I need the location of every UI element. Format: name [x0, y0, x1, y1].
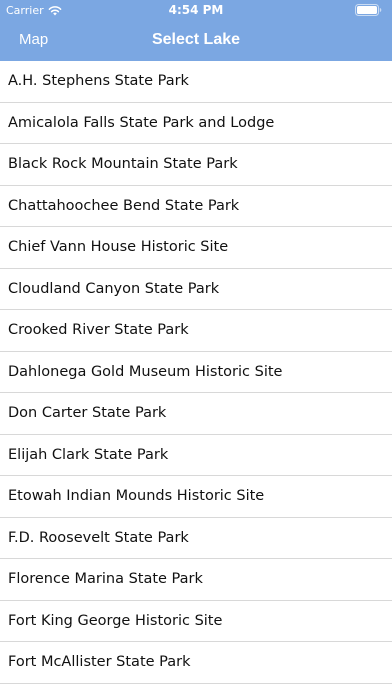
status-bar: Carrier 4:54 PM: [0, 0, 392, 21]
list-item[interactable]: Fort King George Historic Site: [0, 601, 392, 642]
battery-icon: [355, 4, 382, 16]
navigation-bar: Map Select Lake: [0, 21, 392, 61]
header: Carrier 4:54 PM Map Select Lake: [0, 0, 392, 61]
list-item[interactable]: Cloudland Canyon State Park: [0, 269, 392, 310]
list-item[interactable]: F.D. Roosevelt State Park: [0, 518, 392, 559]
list-item[interactable]: Florence Marina State Park: [0, 559, 392, 601]
list-item[interactable]: Crooked River State Park: [0, 310, 392, 352]
list-item[interactable]: Chief Vann House Historic Site: [0, 227, 392, 269]
list-item[interactable]: Etowah Indian Mounds Historic Site: [0, 476, 392, 518]
list-item[interactable]: A.H. Stephens State Park: [0, 61, 392, 103]
list-item[interactable]: Fort McAllister State Park: [0, 642, 392, 684]
list-item[interactable]: Elijah Clark State Park: [0, 435, 392, 476]
app-screen: Carrier 4:54 PM Map Select Lake A.H. Ste…: [0, 0, 392, 696]
lake-list: A.H. Stephens State Park Amicalola Falls …: [0, 61, 392, 696]
list-item[interactable]: Black Rock Mountain State Park: [0, 144, 392, 186]
list-item[interactable]: Amicalola Falls State Park and Lodge: [0, 103, 392, 144]
status-time: 4:54 PM: [168, 3, 224, 17]
list-item[interactable]: Dahlonega Gold Museum Historic Site: [0, 352, 392, 393]
list-item[interactable]: Chattahoochee Bend State Park: [0, 186, 392, 227]
page-title: Select Lake: [151, 31, 241, 48]
list-item[interactable]: Don Carter State Park: [0, 393, 392, 435]
